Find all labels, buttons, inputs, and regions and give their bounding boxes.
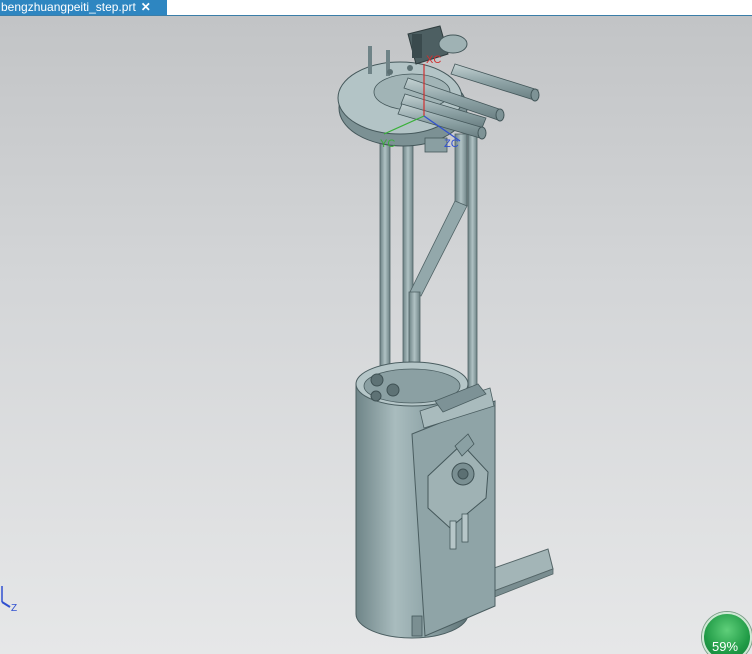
document-tab[interactable]: bengzhuangpeiti_step.prt ✕: [0, 0, 167, 15]
view-triad: Z: [1, 586, 17, 614]
document-tab-bar: bengzhuangpeiti_step.prt ✕: [0, 0, 752, 16]
zc-axis-label: ZC: [444, 138, 459, 150]
xc-axis-label: XC: [426, 54, 441, 66]
yc-axis-label: YC: [380, 138, 395, 150]
triad-z-label: Z: [11, 603, 17, 614]
zoom-indicator[interactable]: 59%: [700, 610, 752, 654]
graphics-viewport[interactable]: XC YC ZC Z: [0, 16, 752, 654]
close-icon[interactable]: ✕: [141, 1, 151, 14]
model-3d-view[interactable]: XC YC ZC Z: [0, 16, 752, 654]
document-tab-title[interactable]: bengzhuangpeiti_step.prt: [1, 1, 136, 14]
pump-canister: [355, 361, 496, 639]
zoom-value: 59%: [711, 639, 739, 654]
